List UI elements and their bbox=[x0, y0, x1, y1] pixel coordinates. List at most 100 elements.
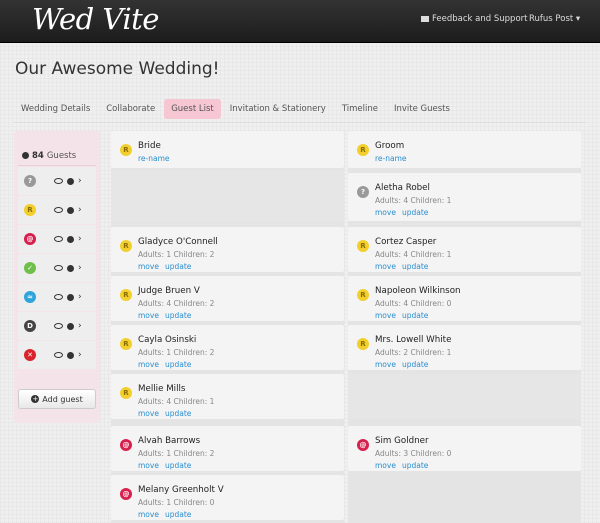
rename-link[interactable]: re-name bbox=[138, 154, 170, 163]
tab-invite-guests[interactable]: Invite Guests bbox=[387, 99, 457, 119]
feedback-link[interactable]: Feedback and Support bbox=[421, 14, 527, 24]
chevron-right-icon[interactable]: › bbox=[78, 234, 82, 244]
guest-card[interactable]: R Gladyce O'Connell Adults: 1 Children: … bbox=[111, 227, 344, 272]
guest-card-groom[interactable]: R Groom re-name bbox=[348, 131, 581, 168]
update-link[interactable]: update bbox=[402, 208, 428, 217]
guest-card[interactable]: R Napoleon Wilkinson Adults: 4 Children:… bbox=[348, 276, 581, 321]
eye-icon[interactable] bbox=[54, 294, 63, 300]
info-dot-icon[interactable] bbox=[67, 235, 74, 243]
filter-row-declined[interactable]: ✕ › bbox=[18, 341, 96, 369]
tab-guest-list[interactable]: Guest List bbox=[164, 99, 221, 119]
guest-count-label: Guests bbox=[46, 150, 77, 161]
update-link[interactable]: update bbox=[402, 461, 428, 470]
tab-timeline[interactable]: Timeline bbox=[335, 99, 385, 119]
filter-row-invited[interactable]: @ › bbox=[18, 225, 96, 253]
update-link[interactable]: update bbox=[165, 409, 191, 418]
at-status-icon: @ bbox=[120, 439, 132, 451]
reserved-status-icon: R bbox=[120, 144, 132, 156]
move-link[interactable]: move bbox=[375, 461, 396, 470]
chevron-right-icon[interactable]: › bbox=[78, 205, 82, 215]
filter-row-unknown[interactable]: ? › bbox=[18, 167, 96, 195]
guest-card[interactable]: R Judge Bruen V Adults: 4 Children: 2 mo… bbox=[111, 276, 344, 321]
tab-collaborate[interactable]: Collaborate bbox=[99, 99, 162, 119]
eye-icon[interactable] bbox=[54, 265, 63, 271]
x-status-icon: ✕ bbox=[24, 349, 36, 361]
guest-name: Judge Bruen V bbox=[138, 286, 200, 296]
rename-link[interactable]: re-name bbox=[375, 154, 407, 163]
guest-name: Alvah Barrows bbox=[138, 436, 201, 446]
question-status-icon: ? bbox=[24, 175, 36, 187]
tab-invitation-stationery[interactable]: Invitation & Stationery bbox=[223, 99, 333, 119]
question-status-icon: ? bbox=[357, 186, 369, 198]
filter-row-reserved[interactable]: R › bbox=[18, 196, 96, 224]
filter-row-pending[interactable]: ≈ › bbox=[18, 283, 96, 311]
update-link[interactable]: update bbox=[165, 262, 191, 271]
update-link[interactable]: update bbox=[165, 461, 191, 470]
guest-card[interactable]: @ Sim Goldner Adults: 3 Children: 0 move… bbox=[348, 426, 581, 471]
info-dot-icon[interactable] bbox=[67, 293, 74, 301]
guest-detail: Adults: 1 Children: 2 bbox=[138, 250, 215, 259]
app-logo[interactable]: Wed Vite bbox=[32, 2, 159, 36]
move-link[interactable]: move bbox=[138, 409, 159, 418]
guest-card[interactable]: @ Alvah Barrows Adults: 1 Children: 2 mo… bbox=[111, 426, 344, 471]
info-dot-icon[interactable] bbox=[67, 351, 74, 359]
reserved-status-icon: R bbox=[357, 338, 369, 350]
eye-icon[interactable] bbox=[54, 323, 63, 329]
guest-detail: Adults: 3 Children: 0 bbox=[375, 449, 452, 458]
chevron-right-icon[interactable]: › bbox=[78, 292, 82, 302]
move-link[interactable]: move bbox=[375, 360, 396, 369]
add-guest-button[interactable]: + Add guest bbox=[18, 389, 96, 409]
tab-wedding-details[interactable]: Wedding Details bbox=[14, 99, 97, 119]
guest-card[interactable]: R Mrs. Lowell White Adults: 2 Children: … bbox=[348, 325, 581, 370]
chevron-right-icon[interactable]: › bbox=[78, 350, 82, 360]
move-link[interactable]: move bbox=[375, 262, 396, 271]
filter-row-declined-d[interactable]: D › bbox=[18, 312, 96, 340]
chevron-right-icon[interactable]: › bbox=[78, 321, 82, 331]
guest-card[interactable]: R Cortez Casper Adults: 4 Children: 1 mo… bbox=[348, 227, 581, 272]
update-link[interactable]: update bbox=[165, 311, 191, 320]
reserved-status-icon: R bbox=[24, 204, 36, 216]
eye-icon[interactable] bbox=[54, 236, 63, 242]
chevron-right-icon[interactable]: › bbox=[78, 176, 82, 186]
guest-card[interactable]: @ Melany Greenholt V Adults: 1 Children:… bbox=[111, 475, 344, 520]
user-menu[interactable]: Rufus Post ▾ bbox=[529, 14, 580, 24]
move-link[interactable]: move bbox=[375, 311, 396, 320]
update-link[interactable]: update bbox=[402, 311, 428, 320]
move-link[interactable]: move bbox=[138, 461, 159, 470]
guest-detail: Adults: 4 Children: 0 bbox=[375, 299, 452, 308]
guest-card[interactable]: R Mellie Mills Adults: 4 Children: 1 mov… bbox=[111, 374, 344, 419]
update-link[interactable]: update bbox=[402, 262, 428, 271]
move-link[interactable]: move bbox=[138, 510, 159, 519]
wave-status-icon: ≈ bbox=[24, 291, 36, 303]
guest-detail: Adults: 4 Children: 1 bbox=[375, 196, 452, 205]
reserved-status-icon: R bbox=[357, 240, 369, 252]
guest-name: Mellie Mills bbox=[138, 384, 186, 394]
move-link[interactable]: move bbox=[375, 208, 396, 217]
guest-detail: Adults: 1 Children: 2 bbox=[138, 449, 215, 458]
chevron-right-icon[interactable]: › bbox=[78, 263, 82, 273]
guest-card[interactable]: R Cayla Osinski Adults: 1 Children: 2 mo… bbox=[111, 325, 344, 370]
move-link[interactable]: move bbox=[138, 311, 159, 320]
eye-icon[interactable] bbox=[54, 352, 63, 358]
at-status-icon: @ bbox=[357, 439, 369, 451]
update-link[interactable]: update bbox=[165, 510, 191, 519]
feedback-label: Feedback and Support bbox=[432, 14, 528, 24]
info-dot-icon[interactable] bbox=[67, 264, 74, 272]
update-link[interactable]: update bbox=[402, 360, 428, 369]
update-link[interactable]: update bbox=[165, 360, 191, 369]
info-dot-icon[interactable] bbox=[67, 177, 74, 185]
info-dot-icon[interactable] bbox=[67, 206, 74, 214]
eye-icon[interactable] bbox=[54, 178, 63, 184]
reserved-status-icon: R bbox=[120, 338, 132, 350]
info-dot-icon[interactable] bbox=[67, 322, 74, 330]
guest-card[interactable]: ? Aletha Robel Adults: 4 Children: 1 mov… bbox=[348, 173, 581, 221]
move-link[interactable]: move bbox=[138, 360, 159, 369]
d-status-icon: D bbox=[24, 320, 36, 332]
add-guest-label: Add guest bbox=[42, 394, 83, 404]
eye-icon[interactable] bbox=[54, 207, 63, 213]
guest-card-bride[interactable]: R Bride re-name bbox=[111, 131, 344, 168]
reserved-status-icon: R bbox=[120, 289, 132, 301]
move-link[interactable]: move bbox=[138, 262, 159, 271]
guest-name: Melany Greenholt V bbox=[138, 485, 224, 495]
filter-row-accepted[interactable]: ✓ › bbox=[18, 254, 96, 282]
